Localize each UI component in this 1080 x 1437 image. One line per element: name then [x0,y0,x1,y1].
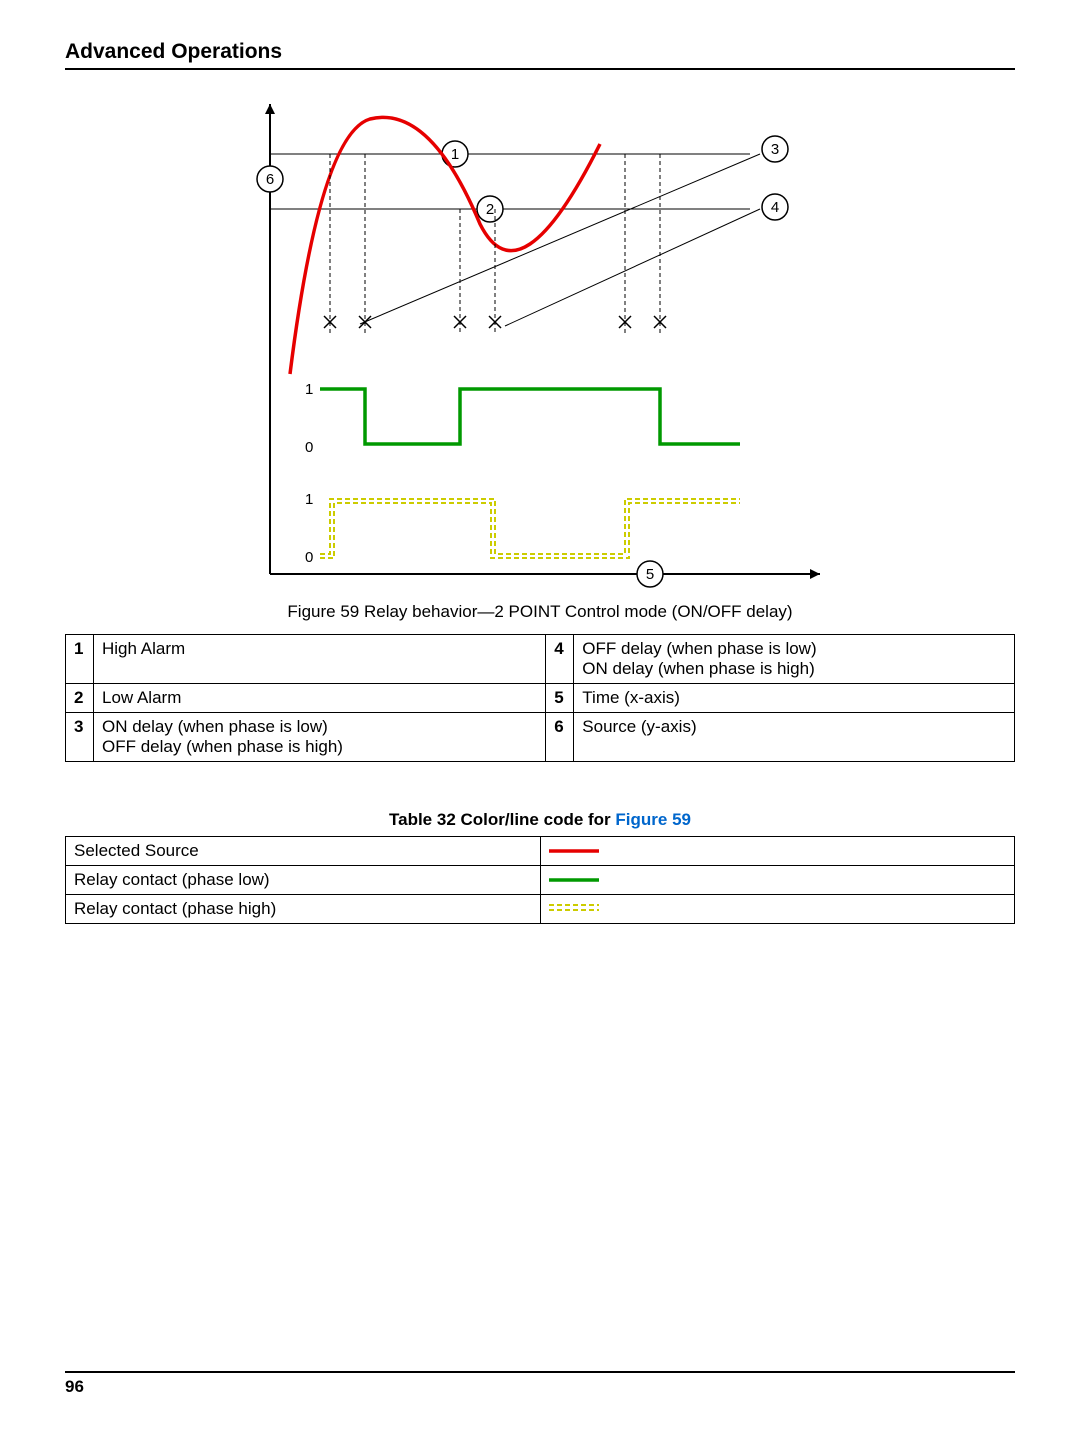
legend-text: Time (x-axis) [574,684,1015,713]
table-row: Selected Source [66,837,1015,866]
figure-container: 1 2 3 4 5 6 [65,94,1015,622]
table-caption-prefix: Table 32 Color/line code for [389,810,615,829]
legend-num: 6 [546,713,574,762]
axis-label-0b: 0 [305,549,313,566]
color-label: Selected Source [66,837,541,866]
table-row: Relay contact (phase high) [66,895,1015,924]
legend-text: ON delay (when phase is low)OFF delay (w… [94,713,546,762]
color-swatch [540,866,1015,895]
table-row: 2 Low Alarm 5 Time (x-axis) [66,684,1015,713]
figure-link[interactable]: Figure 59 [615,810,691,829]
callout-5: 5 [646,566,654,583]
table-row: Relay contact (phase low) [66,866,1015,895]
legend-num: 1 [66,635,94,684]
page-title: Advanced Operations [65,40,1015,70]
axis-label-1a: 1 [305,381,313,398]
axis-label-0a: 0 [305,439,313,456]
legend-num: 4 [546,635,574,684]
axis-label-1b: 1 [305,491,313,508]
legend-num: 2 [66,684,94,713]
relay-behavior-diagram: 1 2 3 4 5 6 [230,94,850,594]
color-code-table: Selected Source Relay contact (phase low… [65,836,1015,924]
color-swatch [540,837,1015,866]
callout-1: 1 [451,146,459,163]
color-label: Relay contact (phase high) [66,895,541,924]
legend-text: OFF delay (when phase is low)ON delay (w… [574,635,1015,684]
figure-caption: Figure 59 Relay behavior—2 POINT Control… [65,602,1015,622]
table-caption: Table 32 Color/line code for Figure 59 [65,810,1015,830]
legend-num: 5 [546,684,574,713]
legend-text: Source (y-axis) [574,713,1015,762]
page-number: 96 [65,1377,84,1396]
table-row: 1 High Alarm 4 OFF delay (when phase is … [66,635,1015,684]
table-row: 3 ON delay (when phase is low)OFF delay … [66,713,1015,762]
legend-num: 3 [66,713,94,762]
legend-text: High Alarm [94,635,546,684]
callout-2: 2 [486,201,494,218]
callout-3: 3 [771,141,779,158]
color-swatch [540,895,1015,924]
color-label: Relay contact (phase low) [66,866,541,895]
callout-6: 6 [266,171,274,188]
legend-table: 1 High Alarm 4 OFF delay (when phase is … [65,634,1015,762]
legend-text: Low Alarm [94,684,546,713]
callout-4: 4 [771,199,779,216]
footer: 96 [65,1371,1015,1397]
